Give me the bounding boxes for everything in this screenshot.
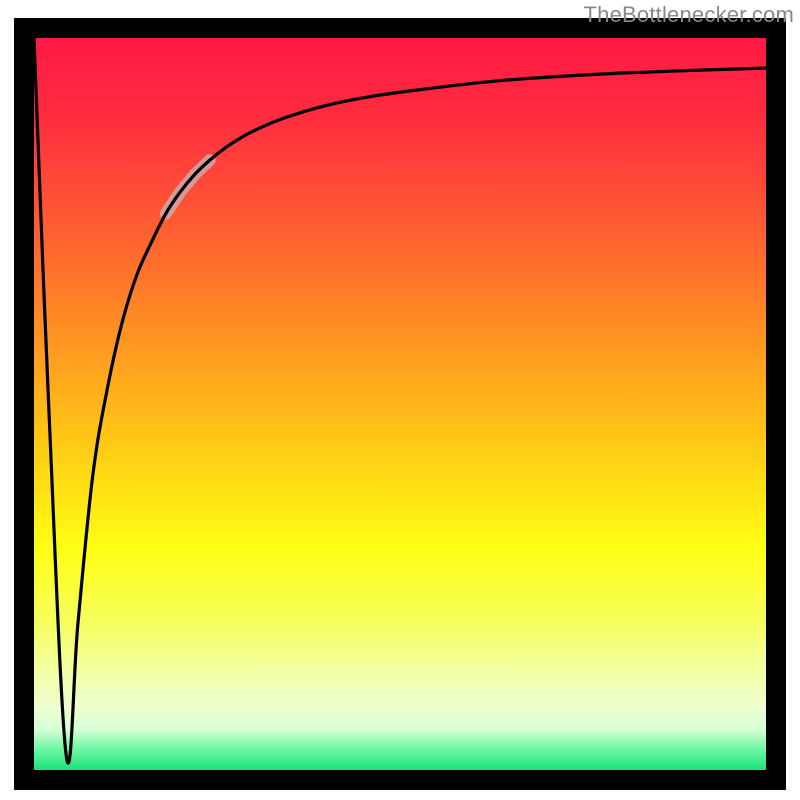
attribution-label: TheBottlenecker.com: [584, 2, 794, 28]
plot-background: [34, 38, 766, 770]
chart-container: TheBottlenecker.com: [0, 0, 800, 800]
chart-svg: [0, 0, 800, 800]
